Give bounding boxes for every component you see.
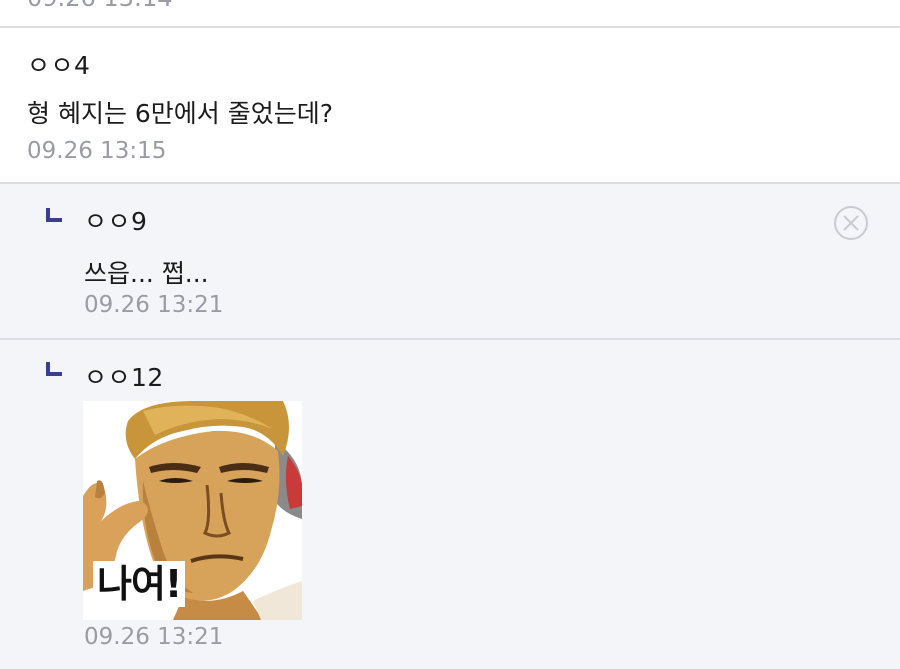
comment-item: ㅇㅇ4 형 혜지는 6만에서 줄었는데? 09.26 13:15 [0, 28, 900, 184]
reply-arrow-icon [46, 208, 62, 222]
comment-author[interactable]: ㅇㅇ4 [27, 46, 90, 82]
sticker-caption: 나여! [93, 561, 186, 607]
close-circle-icon[interactable] [833, 205, 869, 241]
sticker-image[interactable]: 나여! [83, 401, 302, 620]
reply-text: 쓰읍... 쩝... [84, 259, 209, 288]
comment-text: 형 혜지는 6만에서 줄었는데? [27, 99, 334, 128]
reply-author[interactable]: ㅇㅇ9 [84, 202, 147, 238]
previous-comment: 09.26 13:14 [0, 0, 900, 28]
reply-item: ㅇㅇ9 쓰읍... 쩝... 09.26 13:21 [0, 184, 900, 340]
comment-time: 09.26 13:15 [27, 138, 167, 164]
comment-thread: 09.26 13:14 ㅇㅇ4 형 혜지는 6만에서 줄었는데? 09.26 1… [0, 0, 900, 669]
reply-arrow-icon [46, 362, 62, 376]
reply-time: 09.26 13:21 [84, 624, 224, 650]
reply-time: 09.26 13:21 [84, 292, 224, 318]
reply-author[interactable]: ㅇㅇ12 [84, 358, 164, 394]
comment-time: 09.26 13:14 [27, 0, 173, 12]
reply-item: ㅇㅇ12 나여! 09.26 13:21 [0, 340, 900, 669]
